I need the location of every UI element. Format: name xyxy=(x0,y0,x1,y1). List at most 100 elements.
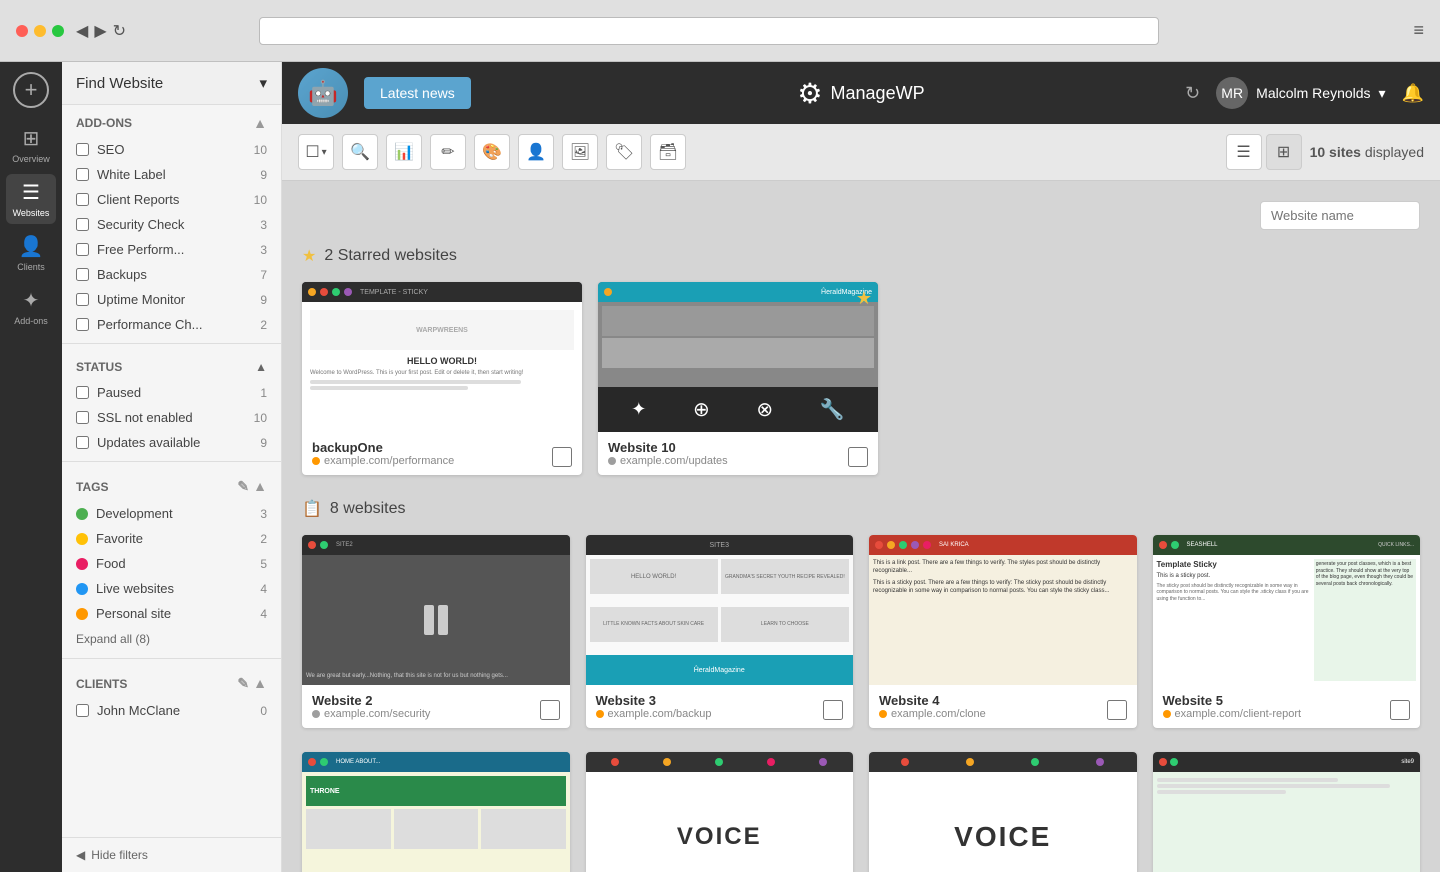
filter-tag-live-websites[interactable]: Live websites 4 xyxy=(62,576,281,601)
grid-view-button[interactable]: ⊞ xyxy=(1266,134,1302,170)
minimize-traffic-light[interactable] xyxy=(34,25,46,37)
list-view-button[interactable]: ☰ xyxy=(1226,134,1262,170)
tags-section-header: Tags ✎ ▲ xyxy=(62,468,281,501)
website-card-website4[interactable]: SAI KRICA This is a link post. There are… xyxy=(869,535,1137,728)
filter-uptime-monitor[interactable]: Uptime Monitor 9 xyxy=(62,287,281,312)
sidebar-item-overview[interactable]: ⊞ Overview xyxy=(6,120,56,170)
media-button[interactable]: 🖼 xyxy=(562,134,598,170)
filter-security-check-checkbox[interactable] xyxy=(76,218,89,231)
clients-section-controls[interactable]: ✎ ▲ xyxy=(237,675,267,692)
filter-client-john[interactable]: John McClane 0 xyxy=(62,698,281,723)
clients-collapse-icon[interactable]: ▲ xyxy=(253,675,267,692)
website-card-website10[interactable]: ĤeraldMagazine ✦ ⊕ xyxy=(598,282,878,475)
hide-filters-button[interactable]: ◀ Hide filters xyxy=(62,837,281,872)
mascot-avatar: 🤖 xyxy=(298,68,348,118)
back-button[interactable]: ◀ xyxy=(76,21,88,41)
filter-updates[interactable]: Updates available 9 xyxy=(62,430,281,455)
archive-button[interactable]: 🗃 xyxy=(650,134,686,170)
website-card-website6[interactable]: HOME ABOUT... THRONE xyxy=(302,752,570,872)
starred-section-label: 2 Starred websites xyxy=(324,247,457,265)
website-card-backupone[interactable]: TEMPLATE - STICKY WARPWREENS HELLO WORLD… xyxy=(302,282,582,475)
theme-button[interactable]: 🎨 xyxy=(474,134,510,170)
overlay-settings-icon[interactable]: ⊗ xyxy=(756,397,773,422)
overlay-wp-icon[interactable]: ⊕ xyxy=(693,397,710,422)
browser-menu-icon[interactable]: ≡ xyxy=(1413,20,1424,41)
filter-updates-count: 9 xyxy=(260,436,267,450)
website-card-website4-checkbox[interactable] xyxy=(1107,700,1127,720)
filter-performance-ch-checkbox[interactable] xyxy=(76,318,89,331)
filter-performance-ch[interactable]: Performance Ch... 2 xyxy=(62,312,281,337)
website-card-website3-checkbox[interactable] xyxy=(823,700,843,720)
sidebar-item-clients[interactable]: 👤 Clients xyxy=(6,228,56,278)
find-website-header[interactable]: Find Website ▾ xyxy=(62,62,281,105)
forward-button[interactable]: ▶ xyxy=(94,21,106,41)
status-collapse-icon[interactable]: ▲ xyxy=(255,360,267,374)
filter-ssl[interactable]: SSL not enabled 10 xyxy=(62,405,281,430)
overlay-tools-icon[interactable]: 🔧 xyxy=(820,397,845,422)
filter-security-check[interactable]: Security Check 3 xyxy=(62,212,281,237)
filter-white-label[interactable]: White Label 9 xyxy=(62,162,281,187)
filter-uptime-monitor-checkbox[interactable] xyxy=(76,293,89,306)
website-card-website2-checkbox[interactable] xyxy=(540,700,560,720)
filter-tag-development-count: 3 xyxy=(260,507,267,521)
filter-free-performance[interactable]: Free Perform... 3 xyxy=(62,237,281,262)
filter-white-label-checkbox[interactable] xyxy=(76,168,89,181)
url-bar[interactable] xyxy=(259,17,1159,45)
select-button[interactable]: ☐ ▾ xyxy=(298,134,334,170)
refresh-button[interactable]: ↻ xyxy=(1185,83,1200,104)
user-menu-button[interactable]: MR Malcolm Reynolds ▾ xyxy=(1216,77,1385,109)
expand-all-button[interactable]: Expand all (8) xyxy=(62,626,281,652)
reload-button[interactable]: ↻ xyxy=(113,21,126,41)
filter-client-john-checkbox[interactable] xyxy=(76,704,89,717)
website-card-website5[interactable]: SEASHELL QUICK LINKS... Template Sticky … xyxy=(1153,535,1421,728)
website-card-website5-checkbox[interactable] xyxy=(1390,700,1410,720)
latest-news-button[interactable]: Latest news xyxy=(364,77,471,109)
sidebar-item-websites[interactable]: ☰ Websites xyxy=(6,174,56,224)
content-area[interactable]: ★ 2 Starred websites xyxy=(282,181,1440,872)
filter-updates-checkbox[interactable] xyxy=(76,436,89,449)
tags-button[interactable]: 🏷 xyxy=(606,134,642,170)
filter-paused[interactable]: Paused 1 xyxy=(62,380,281,405)
filter-client-reports[interactable]: Client Reports 10 xyxy=(62,187,281,212)
close-traffic-light[interactable] xyxy=(16,25,28,37)
filter-paused-checkbox[interactable] xyxy=(76,386,89,399)
website-card-website9[interactable]: site9 site9 xyxy=(1153,752,1421,872)
tags-collapse-icon[interactable]: ▲ xyxy=(253,478,267,495)
filter-sidebar: Find Website ▾ Add-ons ▲ SEO 10 White La… xyxy=(62,62,282,872)
addons-section-controls[interactable]: ▲ xyxy=(253,115,267,131)
website-card-website2[interactable]: SITE2 We are great but early...Nothing, … xyxy=(302,535,570,728)
filter-tag-favorite[interactable]: Favorite 2 xyxy=(62,526,281,551)
filter-backups-checkbox[interactable] xyxy=(76,268,89,281)
edit-button[interactable]: ✏ xyxy=(430,134,466,170)
sidebar-item-websites-label: Websites xyxy=(13,208,50,218)
website-card-website10-checkbox[interactable] xyxy=(848,447,868,467)
search-button[interactable]: 🔍 xyxy=(342,134,378,170)
website-card-website7[interactable]: VOICE Website 7 example.com/label xyxy=(586,752,854,872)
website-card-backupone-checkbox[interactable] xyxy=(552,447,572,467)
notification-button[interactable]: 🔔 xyxy=(1402,83,1424,104)
filter-tag-food[interactable]: Food 5 xyxy=(62,551,281,576)
sidebar-item-addons[interactable]: ✦ Add-ons xyxy=(6,282,56,332)
addons-collapse-icon[interactable]: ▲ xyxy=(253,115,267,131)
maximize-traffic-light[interactable] xyxy=(52,25,64,37)
clients-edit-icon[interactable]: ✎ xyxy=(237,675,249,692)
tags-edit-icon[interactable]: ✎ xyxy=(237,478,249,495)
website-card-website8[interactable]: VOICE Website 8 example.com/voice xyxy=(869,752,1137,872)
mascot-area: 🤖 xyxy=(298,68,348,118)
add-website-button[interactable]: + xyxy=(13,72,49,108)
filter-free-performance-checkbox[interactable] xyxy=(76,243,89,256)
sort-bar xyxy=(302,201,1420,230)
website-card-website3[interactable]: SITE3 HELLO WORLD! GRANDMA'S SECRET YOUT… xyxy=(586,535,854,728)
filter-client-reports-checkbox[interactable] xyxy=(76,193,89,206)
filter-backups[interactable]: Backups 7 xyxy=(62,262,281,287)
users-button[interactable]: 👤 xyxy=(518,134,554,170)
filter-seo-checkbox[interactable] xyxy=(76,143,89,156)
overlay-update-icon[interactable]: ✦ xyxy=(631,399,646,420)
filter-tag-development[interactable]: Development 3 xyxy=(62,501,281,526)
filter-seo[interactable]: SEO 10 xyxy=(62,137,281,162)
analytics-button[interactable]: 📊 xyxy=(386,134,422,170)
tags-section-controls[interactable]: ✎ ▲ xyxy=(237,478,267,495)
filter-ssl-checkbox[interactable] xyxy=(76,411,89,424)
filter-tag-personal-site[interactable]: Personal site 4 xyxy=(62,601,281,626)
website-name-sort-input[interactable] xyxy=(1260,201,1420,230)
